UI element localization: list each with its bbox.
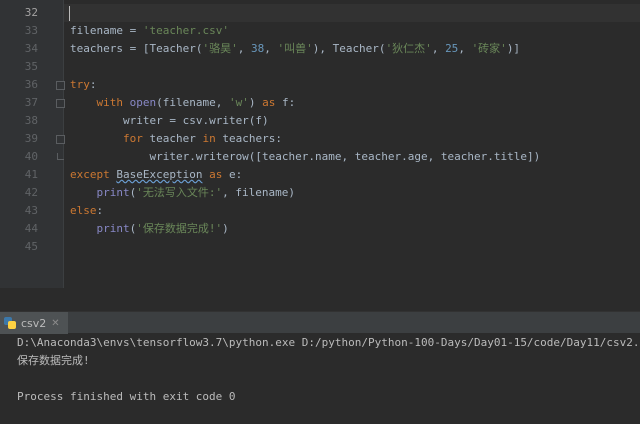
code-token: f: <box>281 96 296 109</box>
code-token: , <box>431 42 446 55</box>
code-line: filename = 'teacher.csv' <box>70 22 229 40</box>
code-editor[interactable]: 32 33 34 35 36 37 38 39 40 41 42 43 44 45 filename = … <box>0 0 640 288</box>
code-token: for <box>122 132 150 145</box>
code-token: , <box>458 42 472 55</box>
code-token: '无法写入文件:' <box>136 186 223 199</box>
code-token: print <box>96 222 130 235</box>
code-token: teachers = [Teacher( <box>70 42 203 55</box>
code-token: ) <box>222 222 229 235</box>
code-token: ) <box>248 96 263 109</box>
fold-end-icon <box>57 153 64 160</box>
code-token: try <box>70 78 90 91</box>
fold-marker-icon[interactable] <box>56 135 65 144</box>
python-file-icon <box>4 317 16 329</box>
code-token: writer = csv.writer(f) <box>70 114 269 127</box>
close-icon[interactable]: ✕ <box>51 318 59 329</box>
code-token: else <box>70 204 97 217</box>
line-number: 40 <box>24 150 38 163</box>
line-number: 32 <box>24 6 38 19</box>
code-token: '骆昊' <box>202 42 238 55</box>
fold-marker-icon[interactable] <box>56 81 65 90</box>
code-token: , <box>237 42 251 55</box>
line-number: 38 <box>24 114 38 127</box>
code-token: '砖家' <box>471 42 507 55</box>
run-tab-label: csv2 <box>21 316 47 330</box>
code-token: except <box>70 168 117 181</box>
code-line: writer = csv.writer(f) <box>70 112 269 130</box>
text-caret <box>69 6 70 21</box>
line-number: 33 <box>24 24 38 37</box>
line-number: 43 <box>24 204 38 217</box>
code-token: : <box>96 204 104 217</box>
code-line: except BaseException as e: <box>70 166 242 184</box>
code-token: writer.writerow([teacher.name, teacher.a… <box>70 150 541 163</box>
code-line: else: <box>70 202 103 220</box>
code-token: 25 <box>445 42 459 55</box>
fold-marker-icon[interactable] <box>56 99 65 108</box>
code-token: 'w' <box>228 96 249 109</box>
line-number-gutter: 32 33 34 35 36 37 38 39 40 41 42 43 44 45 <box>0 0 65 288</box>
code-token: )] <box>506 42 521 55</box>
line-number: 37 <box>24 96 38 109</box>
line-number: 45 <box>24 240 38 253</box>
code-token: '保存数据完成!' <box>136 222 223 235</box>
code-token: print <box>96 186 130 199</box>
console-line: 保存数据完成! <box>17 354 90 367</box>
code-token: filename = <box>70 24 143 37</box>
code-token: teachers: <box>222 132 282 145</box>
console-line: D:\Anaconda3\envs\tensorflow3.7\python.e… <box>17 336 640 349</box>
code-line: teachers = [Teacher('骆昊', 38, '叫兽'), Tea… <box>70 40 520 58</box>
code-token: : <box>89 78 97 91</box>
code-token: 38 <box>250 42 265 55</box>
code-token: '叫兽' <box>277 42 313 55</box>
code-token: '狄仁杰' <box>385 42 432 55</box>
code-line: with open(filename, 'w') as f: <box>70 94 296 112</box>
line-number: 39 <box>24 132 38 145</box>
code-token: ), Teacher( <box>312 42 386 55</box>
line-number: 42 <box>24 186 38 199</box>
code-token: in <box>202 132 223 145</box>
line-number: 35 <box>24 60 38 73</box>
run-tool-window-header: csv2 ✕ <box>0 312 640 334</box>
code-token: open <box>129 96 157 109</box>
line-number: 44 <box>24 222 38 235</box>
code-token: as <box>262 96 282 109</box>
code-line: print('无法写入文件:', filename) <box>70 184 295 202</box>
run-tab-csv2[interactable]: csv2 ✕ <box>0 312 68 334</box>
code-line: writer.writerow([teacher.name, teacher.a… <box>70 148 540 166</box>
code-token: , <box>264 42 278 55</box>
code-token: e: <box>228 168 243 181</box>
run-console-output[interactable]: D:\Anaconda3\envs\tensorflow3.7\python.e… <box>0 334 640 424</box>
code-token: 'teacher.csv' <box>142 24 229 37</box>
code-line: try: <box>70 76 97 94</box>
code-token: with <box>96 96 130 109</box>
code-token: BaseException <box>116 168 203 181</box>
editor-console-splitter[interactable] <box>0 288 640 312</box>
code-line: print('保存数据完成!') <box>70 220 229 238</box>
code-token: teacher <box>149 132 203 145</box>
code-token: , filename) <box>222 186 295 199</box>
current-line-highlight <box>64 4 640 22</box>
code-token: (filename, <box>156 96 229 109</box>
code-line: for teacher in teachers: <box>70 130 282 148</box>
line-number: 34 <box>24 42 38 55</box>
line-number: 41 <box>24 168 38 181</box>
line-number: 36 <box>24 78 38 91</box>
console-line: Process finished with exit code 0 <box>17 390 236 403</box>
code-token: as <box>209 168 229 181</box>
